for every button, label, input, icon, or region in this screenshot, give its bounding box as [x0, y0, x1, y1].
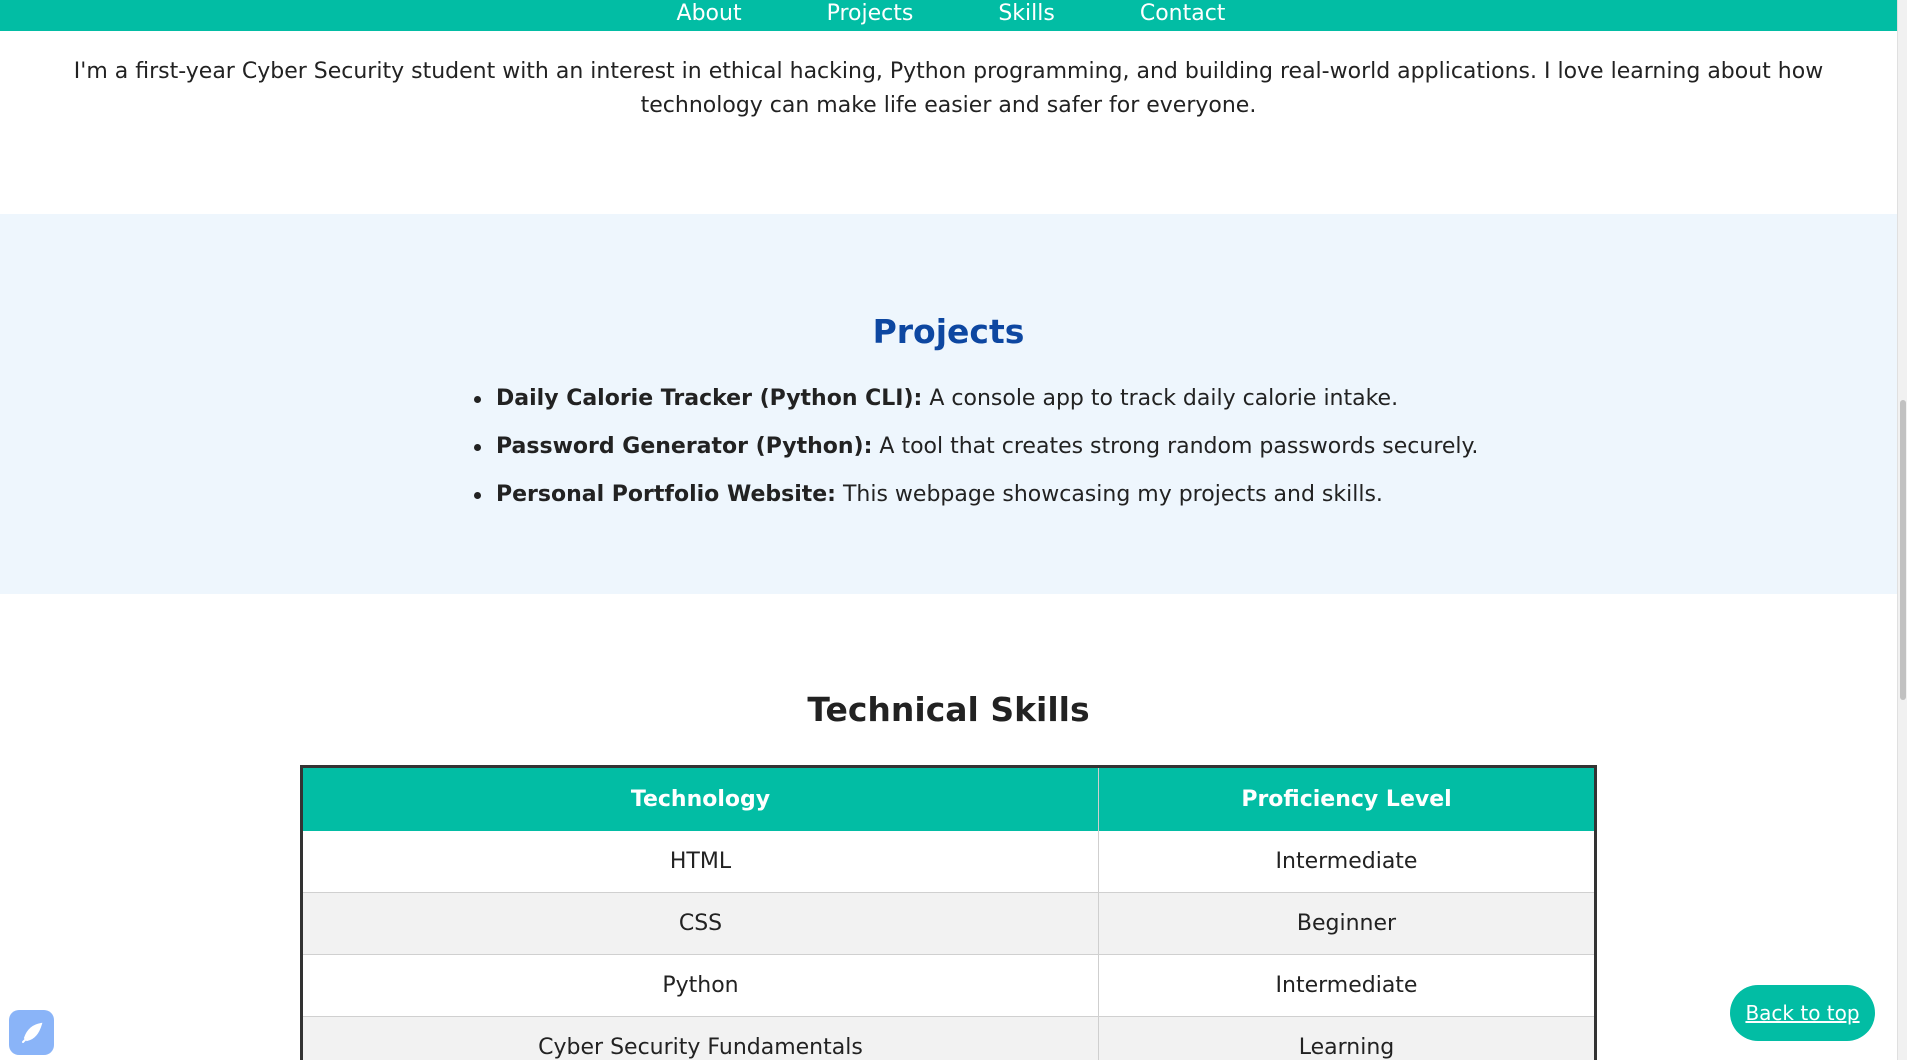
top-navbar: About Projects Skills Contact: [0, 0, 1897, 31]
projects-list: Daily Calorie Tracker (Python CLI): A co…: [474, 385, 1478, 529]
nav-link-about[interactable]: About: [677, 2, 742, 29]
project-name: Daily Calorie Tracker (Python CLI):: [496, 386, 923, 411]
feather-icon: [21, 1022, 42, 1043]
table-row: CSS Beginner: [303, 893, 1594, 955]
table-row: Cyber Security Fundamentals Learning: [303, 1017, 1594, 1060]
project-name: Password Generator (Python):: [496, 434, 873, 459]
projects-title: Projects: [872, 312, 1025, 351]
project-desc: This webpage showcasing my projects and …: [835, 482, 1383, 507]
nav-link-contact[interactable]: Contact: [1140, 2, 1226, 29]
project-desc: A tool that creates strong random passwo…: [872, 434, 1479, 459]
about-text: I'm a first-year Cyber Security student …: [73, 59, 1824, 118]
page-scrollbar[interactable]: [1897, 0, 1907, 1060]
skills-table: Technology Proficiency Level HTML Interm…: [300, 765, 1597, 1060]
table-cell-technology: Cyber Security Fundamentals: [303, 1017, 1099, 1060]
table-cell-proficiency: Learning: [1298, 1035, 1395, 1060]
table-row: Python Intermediate: [303, 955, 1594, 1017]
table-cell-proficiency: Intermediate: [1275, 973, 1418, 998]
project-item: Personal Portfolio Website: This webpage…: [474, 481, 1478, 509]
extension-icon[interactable]: [9, 1010, 54, 1055]
table-cell-proficiency: Intermediate: [1275, 849, 1418, 874]
table-header-proficiency: Proficiency Level: [1241, 787, 1452, 812]
scrollbar-thumb[interactable]: [1900, 400, 1906, 700]
table-header-row: Technology Proficiency Level: [303, 768, 1594, 831]
table-header-technology: Technology: [303, 768, 1099, 831]
project-item: Password Generator (Python): A tool that…: [474, 433, 1478, 461]
table-cell-technology: Python: [303, 955, 1099, 1016]
table-cell-proficiency: Beginner: [1296, 911, 1397, 936]
projects-section: Projects Daily Calorie Tracker (Python C…: [0, 214, 1897, 594]
nav-link-skills[interactable]: Skills: [998, 2, 1055, 29]
skills-title: Technical Skills: [807, 690, 1090, 729]
project-desc: A console app to track daily calorie int…: [922, 386, 1399, 411]
table-cell-technology: HTML: [303, 831, 1099, 892]
project-name: Personal Portfolio Website:: [496, 482, 836, 507]
table-row: HTML Intermediate: [303, 831, 1594, 893]
back-to-top-button[interactable]: Back to top: [1730, 985, 1875, 1041]
table-cell-technology: CSS: [303, 893, 1099, 954]
nav-link-projects[interactable]: Projects: [827, 2, 914, 29]
project-item: Daily Calorie Tracker (Python CLI): A co…: [474, 385, 1478, 413]
